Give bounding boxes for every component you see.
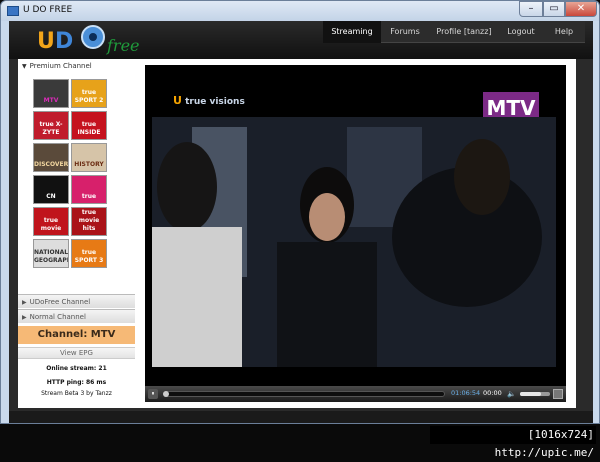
channel-tile-label: HISTORY — [74, 161, 104, 168]
udofree-logo[interactable]: U D free — [33, 21, 153, 59]
seek-handle[interactable] — [163, 391, 169, 397]
channel-tile-label: true — [81, 193, 97, 200]
premium-channel-header[interactable]: ▼ Premium Channel — [18, 59, 135, 73]
window-title: U DO FREE — [23, 5, 73, 15]
channel-tile-label: NATIONAL GEOGRAPHIC — [34, 249, 69, 264]
elapsed-time: 01:06:54 — [451, 389, 481, 397]
seek-bar[interactable] — [163, 391, 445, 397]
current-channel: Channel: MTV — [18, 326, 135, 344]
logo-letter-d: D — [55, 29, 73, 54]
main-panel: U true visions MTV ⏸ 01:06:54 00:00 🔈 — [135, 59, 576, 408]
channel-tile-discovery[interactable]: DISCOVERY — [33, 143, 69, 172]
client-area: U D free Streaming Forums Profile [tanzz… — [9, 21, 593, 423]
nav-profile[interactable]: Profile [tanzz] — [429, 21, 499, 43]
channel-tile-cartoon-network[interactable]: CN — [33, 175, 69, 204]
upic-watermark: [1016x724] http://upic.me/ — [430, 426, 596, 459]
nav-forums[interactable]: Forums — [381, 21, 429, 43]
channel-tile-true-movie[interactable]: true movie — [33, 207, 69, 236]
video-frame[interactable] — [152, 117, 556, 367]
online-stream-count: Online stream: 21 — [46, 365, 107, 372]
app-window: U DO FREE – ▭ ✕ U D free Streaming Forum… — [0, 0, 600, 424]
tv-logo-u: U — [173, 94, 182, 107]
true-visions-logo: U true visions — [173, 94, 245, 107]
channel-tile-label: CN — [46, 193, 56, 200]
view-epg-button[interactable]: View EPG — [18, 347, 135, 359]
channel-tile-label: true SPORT 2 — [74, 89, 104, 104]
channel-tile-label: true movie — [40, 217, 62, 232]
title-bar[interactable]: U DO FREE – ▭ ✕ — [1, 1, 599, 21]
speaker-icon[interactable]: 🔈 — [507, 389, 517, 399]
video-scene-icon — [152, 117, 556, 367]
http-ping: HTTP ping: 86 ms — [46, 379, 107, 386]
fullscreen-button[interactable] — [553, 389, 563, 399]
triangle-down-icon: ▼ — [22, 63, 27, 70]
normal-channel-header[interactable]: ▶ Normal Channel — [18, 309, 135, 323]
channel-tile-true-spark[interactable]: true — [71, 175, 107, 204]
player-controls: ⏸ 01:06:54 00:00 🔈 — [145, 386, 566, 402]
logo-pupil-icon — [89, 33, 97, 41]
channel-tile-true-sport-2[interactable]: true SPORT 2 — [71, 79, 107, 108]
channel-tile-label: DISCOVERY — [34, 161, 69, 168]
channel-tile-label: true X-ZYTE — [39, 121, 63, 136]
app-icon — [7, 6, 19, 16]
channel-tile-true-x-zyte[interactable]: true X-ZYTE — [33, 111, 69, 140]
header: U D free Streaming Forums Profile [tanzz… — [9, 21, 593, 59]
footer-bar — [9, 411, 593, 423]
nav-logout[interactable]: Logout — [499, 21, 543, 43]
triangle-right-icon: ▶ — [22, 299, 27, 306]
channel-tile-true-sport-3[interactable]: true SPORT 3 — [71, 239, 107, 268]
udofree-channel-label: UDoFree Channel — [29, 298, 91, 306]
sidebar: ▼ Premium Channel MTV true SPORT 2 true X-Z… — [18, 59, 135, 408]
logo-letter-u: U — [37, 29, 55, 54]
channel-tile-label: true movie hits — [78, 209, 100, 232]
channel-tile-mtv[interactable]: MTV — [33, 79, 69, 108]
logo-free-text: free — [106, 36, 140, 55]
total-time: 00:00 — [483, 389, 502, 397]
top-nav: Streaming Forums Profile [tanzz] Logout … — [323, 21, 585, 43]
minimize-button[interactable]: – — [519, 1, 543, 17]
maximize-button[interactable]: ▭ — [543, 1, 565, 17]
nav-streaming[interactable]: Streaming — [323, 21, 381, 43]
channel-tile-label: true SPORT 3 — [74, 249, 104, 264]
pause-button[interactable]: ⏸ — [148, 389, 158, 399]
channel-tile-national-geographic[interactable]: NATIONAL GEOGRAPHIC — [33, 239, 69, 268]
nav-help[interactable]: Help — [543, 21, 585, 43]
triangle-right-icon: ▶ — [22, 314, 27, 321]
close-button[interactable]: ✕ — [565, 1, 597, 17]
channel-tile-history[interactable]: HISTORY — [71, 143, 107, 172]
volume-level — [520, 392, 541, 396]
channel-tile-label: true INSIDE — [77, 121, 101, 136]
version-text: Stream Beta 3 by Tanzz — [41, 390, 112, 397]
channel-tile-label: MTV — [43, 97, 59, 104]
channel-tile-true-movie-hits[interactable]: true movie hits — [71, 207, 107, 236]
normal-channel-label: Normal Channel — [29, 313, 86, 321]
volume-slider[interactable] — [520, 392, 550, 396]
premium-channel-label: Premium Channel — [29, 62, 92, 70]
video-player[interactable]: U true visions MTV ⏸ 01:06:54 00:00 🔈 — [145, 65, 566, 402]
channel-tile-true-inside[interactable]: true INSIDE — [71, 111, 107, 140]
tv-logo-text: true visions — [185, 97, 245, 107]
udofree-channel-header[interactable]: ▶ UDoFree Channel — [18, 294, 135, 308]
